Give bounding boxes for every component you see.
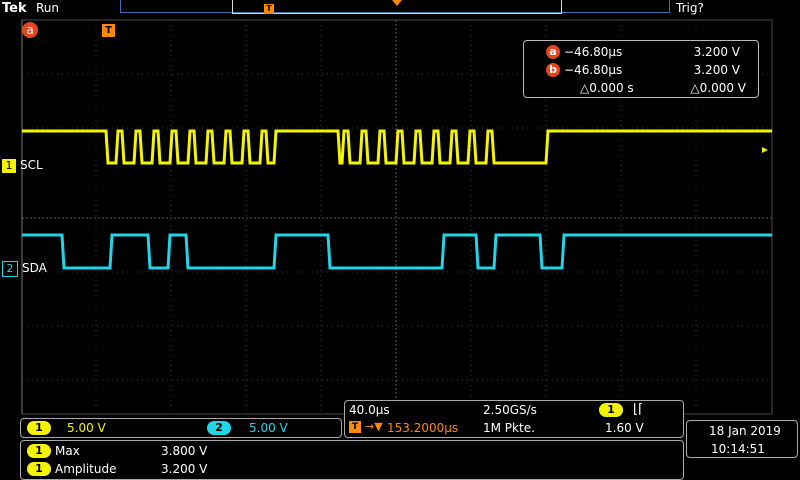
channel-scale-panel[interactable]: 1 5.00 V 2 5.00 V: [20, 418, 342, 438]
measurements-panel[interactable]: 1 Max 3.800 V 1 Amplitude 3.200 V: [20, 440, 684, 480]
cursor-a-time: −46.80µs: [564, 45, 623, 59]
trigger-position[interactable]: 153.2000µs: [387, 421, 458, 435]
cursor-a-badge: a: [546, 45, 560, 59]
sda-name: SDA: [22, 261, 47, 275]
channel-2-scale[interactable]: 5.00 V: [249, 421, 288, 435]
scl-channel-label[interactable]: 1 SCL: [2, 158, 43, 173]
date-label: 18 Jan 2019: [709, 424, 781, 438]
cursor-b-voltage: 3.200 V: [693, 63, 740, 77]
scl-name: SCL: [20, 158, 43, 172]
sda-channel-label[interactable]: 2 SDA: [2, 261, 47, 277]
time-per-div[interactable]: 40.0µs: [349, 403, 390, 417]
measurement-1-channel-badge: 1: [27, 444, 51, 458]
measurement-1-name: Max: [55, 444, 80, 458]
measurement-2-channel-badge: 1: [27, 462, 51, 476]
time-label: 10:14:51: [711, 442, 765, 456]
cursor-a-marker[interactable]: a: [22, 22, 38, 38]
cursor-readout-panel[interactable]: a −46.80µs 3.200 V b −46.80µs 3.200 V △0…: [523, 40, 759, 98]
cursor-b-badge: b: [546, 63, 560, 77]
channel-1-badge: 1: [2, 159, 16, 173]
sda-waveform: [22, 233, 772, 270]
channel-2-scale-badge[interactable]: 2: [207, 421, 231, 435]
trigger-point-marker[interactable]: T: [102, 24, 115, 37]
cursor-a-voltage: 3.200 V: [693, 45, 740, 59]
trigger-level[interactable]: 1.60 V: [605, 421, 644, 435]
cursor-b-time: −46.80µs: [564, 63, 623, 77]
delta-time: △0.000 s: [580, 81, 634, 95]
falling-edge-icon: ⌊⌈: [633, 402, 644, 417]
cursor-delta-row: △0.000 s △0.000 V: [524, 79, 758, 97]
cursor-a-row: a −46.80µs 3.200 V: [524, 43, 758, 61]
cursor-b-row: b −46.80µs 3.200 V: [524, 61, 758, 79]
sample-rate: 2.50GS/s: [483, 403, 537, 417]
measurement-1-value: 3.800 V: [161, 444, 208, 458]
trigger-level-marker: [762, 147, 768, 153]
timebase-panel[interactable]: 40.0µs 2.50GS/s 1 ⌊⌈ T →▼ 153.2000µs 1M …: [344, 400, 684, 438]
channel-1-scale-badge[interactable]: 1: [27, 421, 51, 435]
measurement-2-name: Amplitude: [55, 462, 117, 476]
channel-2-badge: 2: [2, 261, 18, 277]
measurement-2-value: 3.200 V: [161, 462, 208, 476]
delta-voltage: △0.000 V: [690, 81, 746, 95]
channel-1-scale[interactable]: 5.00 V: [67, 421, 106, 435]
record-length[interactable]: 1M Pkte.: [483, 421, 535, 435]
trigger-source-badge[interactable]: 1: [599, 403, 623, 417]
scl-waveform: [22, 129, 772, 165]
trigger-position-icon: T: [349, 421, 361, 433]
arrow-right-icon: →▼: [365, 420, 383, 433]
datetime-panel: 18 Jan 2019 10:14:51: [686, 420, 798, 458]
